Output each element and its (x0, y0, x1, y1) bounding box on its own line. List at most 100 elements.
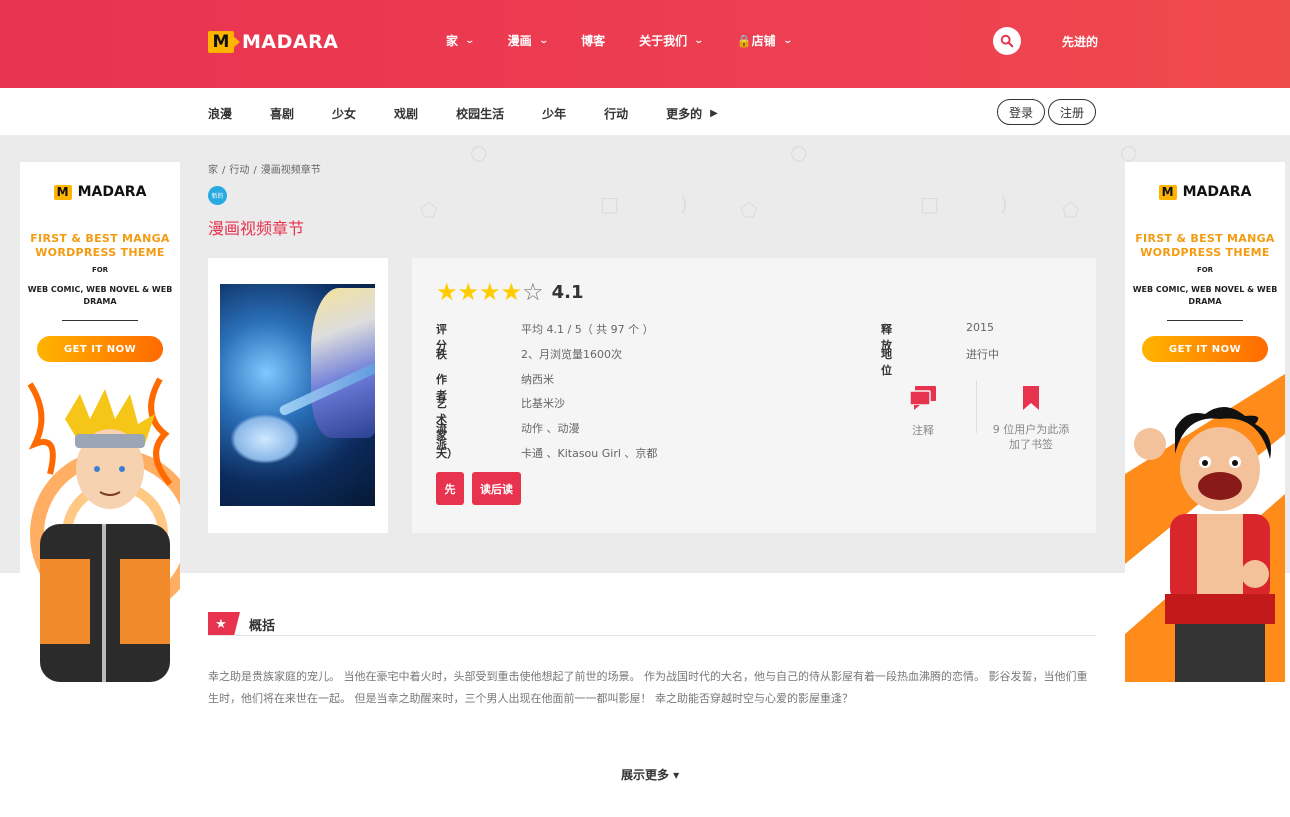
detail-value: 平均 4.1 / 5（ 共 97 个 ） (521, 323, 654, 336)
pattern-arc-icon: ) (1000, 192, 1008, 216)
ad-divider (62, 320, 138, 321)
advanced-search-link[interactable]: 先进的 (1062, 33, 1098, 50)
ad-subheadline: WEB COMIC, WEB NOVEL & WEB DRAMA (1132, 285, 1278, 306)
new-badge: 新的 (208, 186, 227, 205)
bookmark-action[interactable]: 9 位用户为此添加了书签 (988, 386, 1074, 452)
comments-action[interactable]: 注释 (903, 386, 943, 438)
detail-value[interactable]: 纳西米 (521, 371, 554, 387)
ad-for: FOR (1196, 266, 1214, 274)
ad-logo-mark: M (53, 184, 72, 200)
breadcrumb-home[interactable]: 家 (208, 165, 218, 176)
nav-item-about[interactable]: 关于我们 ⌄ (639, 32, 705, 49)
nav-item-blog[interactable]: 博客 (581, 32, 605, 49)
chevron-down-icon: ⌄ (782, 35, 793, 46)
nav-label: 家 (446, 34, 459, 48)
comments-icon (909, 386, 936, 410)
genre-link[interactable]: 少年 (542, 105, 566, 122)
star-empty-icon[interactable]: ☆ (522, 280, 544, 304)
cover-fox (230, 414, 300, 464)
read-first-button[interactable]: 先 (436, 472, 464, 505)
genre-link[interactable]: 校园生活 (456, 105, 504, 122)
top-header: M MADARA 家 ⌄ 漫画 ⌄ 博客 关于我们 ⌄ 🔒店铺 ⌄ 先进的 (0, 0, 1290, 88)
star-filled-icon[interactable]: ★ (501, 280, 523, 304)
rating-stars[interactable]: ★ ★ ★ ★ ☆ 4.1 (436, 280, 583, 304)
ad-logo: M MADARA (1125, 184, 1285, 200)
manga-title: 漫画视频章节 (208, 219, 305, 238)
pattern-pentagon-icon: ⬠ (420, 198, 438, 222)
genre-more-button[interactable]: 更多的 ▶ (666, 105, 718, 122)
cover-figure (311, 288, 375, 438)
genre-link[interactable]: 喜剧 (270, 105, 294, 122)
bookmark-label: 9 位用户为此添加了书签 (992, 423, 1070, 451)
ad-headline: FIRST & BEST MANGA WORDPRESS THEME (30, 232, 170, 259)
nav-item-home[interactable]: 家 ⌄ (446, 32, 476, 49)
breadcrumb: 家 / 行动 / 漫画视频章节 (208, 161, 325, 176)
nav-label: 🔒店铺 (736, 34, 776, 48)
star-filled-icon[interactable]: ★ (479, 280, 501, 304)
left-ad-banner[interactable]: M MADARA FIRST & BEST MANGA WORDPRESS THE… (20, 162, 180, 682)
chevron-down-icon: ⌄ (538, 35, 549, 46)
genre-link[interactable]: 浪漫 (208, 105, 232, 122)
search-button[interactable] (993, 27, 1021, 55)
detail-key: 天） (436, 447, 458, 460)
star-icon: ★ (208, 612, 240, 636)
ad-character-art (1125, 374, 1285, 682)
ad-subheadline: WEB COMIC, WEB NOVEL & WEB DRAMA (27, 285, 173, 306)
ad-logo-text: MADARA (77, 184, 147, 200)
show-more-button[interactable]: 展示更多 ▾ (621, 766, 679, 783)
nav-label: 关于我们 (639, 34, 688, 48)
nav-item-manga[interactable]: 漫画 ⌄ (507, 32, 549, 49)
detail-key: 秩 (436, 348, 447, 361)
rating-score: 4.1 (551, 281, 584, 303)
main-nav: 家 ⌄ 漫画 ⌄ 博客 关于我们 ⌄ 🔒店铺 ⌄ (446, 32, 825, 49)
ad-character-art (27, 377, 180, 682)
login-button[interactable]: 登录 (997, 99, 1046, 125)
nav-label: 漫画 (507, 34, 532, 48)
read-continue-button[interactable]: 读后读 (472, 472, 521, 505)
ad-cta-button[interactable]: GET IT NOW (37, 336, 163, 362)
manga-cover-image[interactable] (220, 284, 375, 506)
genre-bar: 浪漫 喜剧 少女 戏剧 校园生活 少年 行动 更多的 ▶ (0, 88, 1290, 136)
summary-header: ★ 概括 (208, 612, 275, 636)
summary-text: 幸之助是贵族家庭的宠儿。 当他在豪宅中着火时，头部受到重击使他想起了前世的场景。… (208, 670, 1088, 705)
detail-value: 2、月浏览量1600次 (521, 348, 622, 361)
pattern-circle-icon: ○ (470, 140, 488, 164)
triangle-right-icon: ▶ (710, 108, 718, 119)
ad-logo: M MADARA (20, 184, 180, 200)
pattern-square-icon: □ (920, 192, 939, 216)
chevron-down-icon: ⌄ (693, 35, 705, 46)
detail-key: 地位 (881, 348, 892, 377)
cover-card (208, 258, 388, 533)
detail-value[interactable]: 卡通 、Kitasou Girl 、京都 (521, 445, 657, 461)
pattern-pentagon-icon: ⬠ (1062, 198, 1080, 222)
detail-value[interactable]: 2015 (966, 321, 994, 334)
more-label: 更多的 (666, 107, 703, 121)
breadcrumb-separator: / (222, 165, 226, 176)
ad-divider (1167, 320, 1243, 321)
logo-text: MADARA (242, 31, 339, 53)
ad-cta-button[interactable]: GET IT NOW (1142, 336, 1268, 362)
register-button[interactable]: 注册 (1048, 99, 1097, 125)
detail-value[interactable]: 动作 、动漫 (521, 420, 580, 436)
action-divider (976, 381, 977, 433)
ad-logo-mark: M (1158, 184, 1177, 200)
pattern-pentagon-icon: ⬠ (740, 198, 758, 222)
star-filled-icon[interactable]: ★ (458, 280, 480, 304)
genre-link[interactable]: 少女 (332, 105, 356, 122)
search-icon (1000, 34, 1014, 48)
auth-buttons: 登录 注册 (997, 99, 1097, 125)
breadcrumb-genre[interactable]: 行动 (229, 165, 249, 176)
pattern-circle-icon: ○ (790, 140, 808, 164)
breadcrumb-current: 漫画视频章节 (260, 165, 321, 176)
genre-link[interactable]: 戏剧 (394, 105, 418, 122)
right-ad-banner[interactable]: M MADARA FIRST & BEST MANGA WORDPRESS THE… (1125, 162, 1285, 682)
nav-item-shop[interactable]: 🔒店铺 ⌄ (736, 32, 793, 49)
detail-value[interactable]: 比基米沙 (521, 395, 565, 411)
breadcrumb-separator: / (253, 165, 257, 176)
genre-link[interactable]: 行动 (604, 105, 628, 122)
chevron-down-icon: ⌄ (464, 35, 476, 46)
star-filled-icon[interactable]: ★ (436, 280, 458, 304)
site-logo[interactable]: M MADARA (208, 28, 338, 56)
detail-value: 进行中 (966, 348, 999, 361)
nav-label: 博客 (581, 34, 606, 48)
